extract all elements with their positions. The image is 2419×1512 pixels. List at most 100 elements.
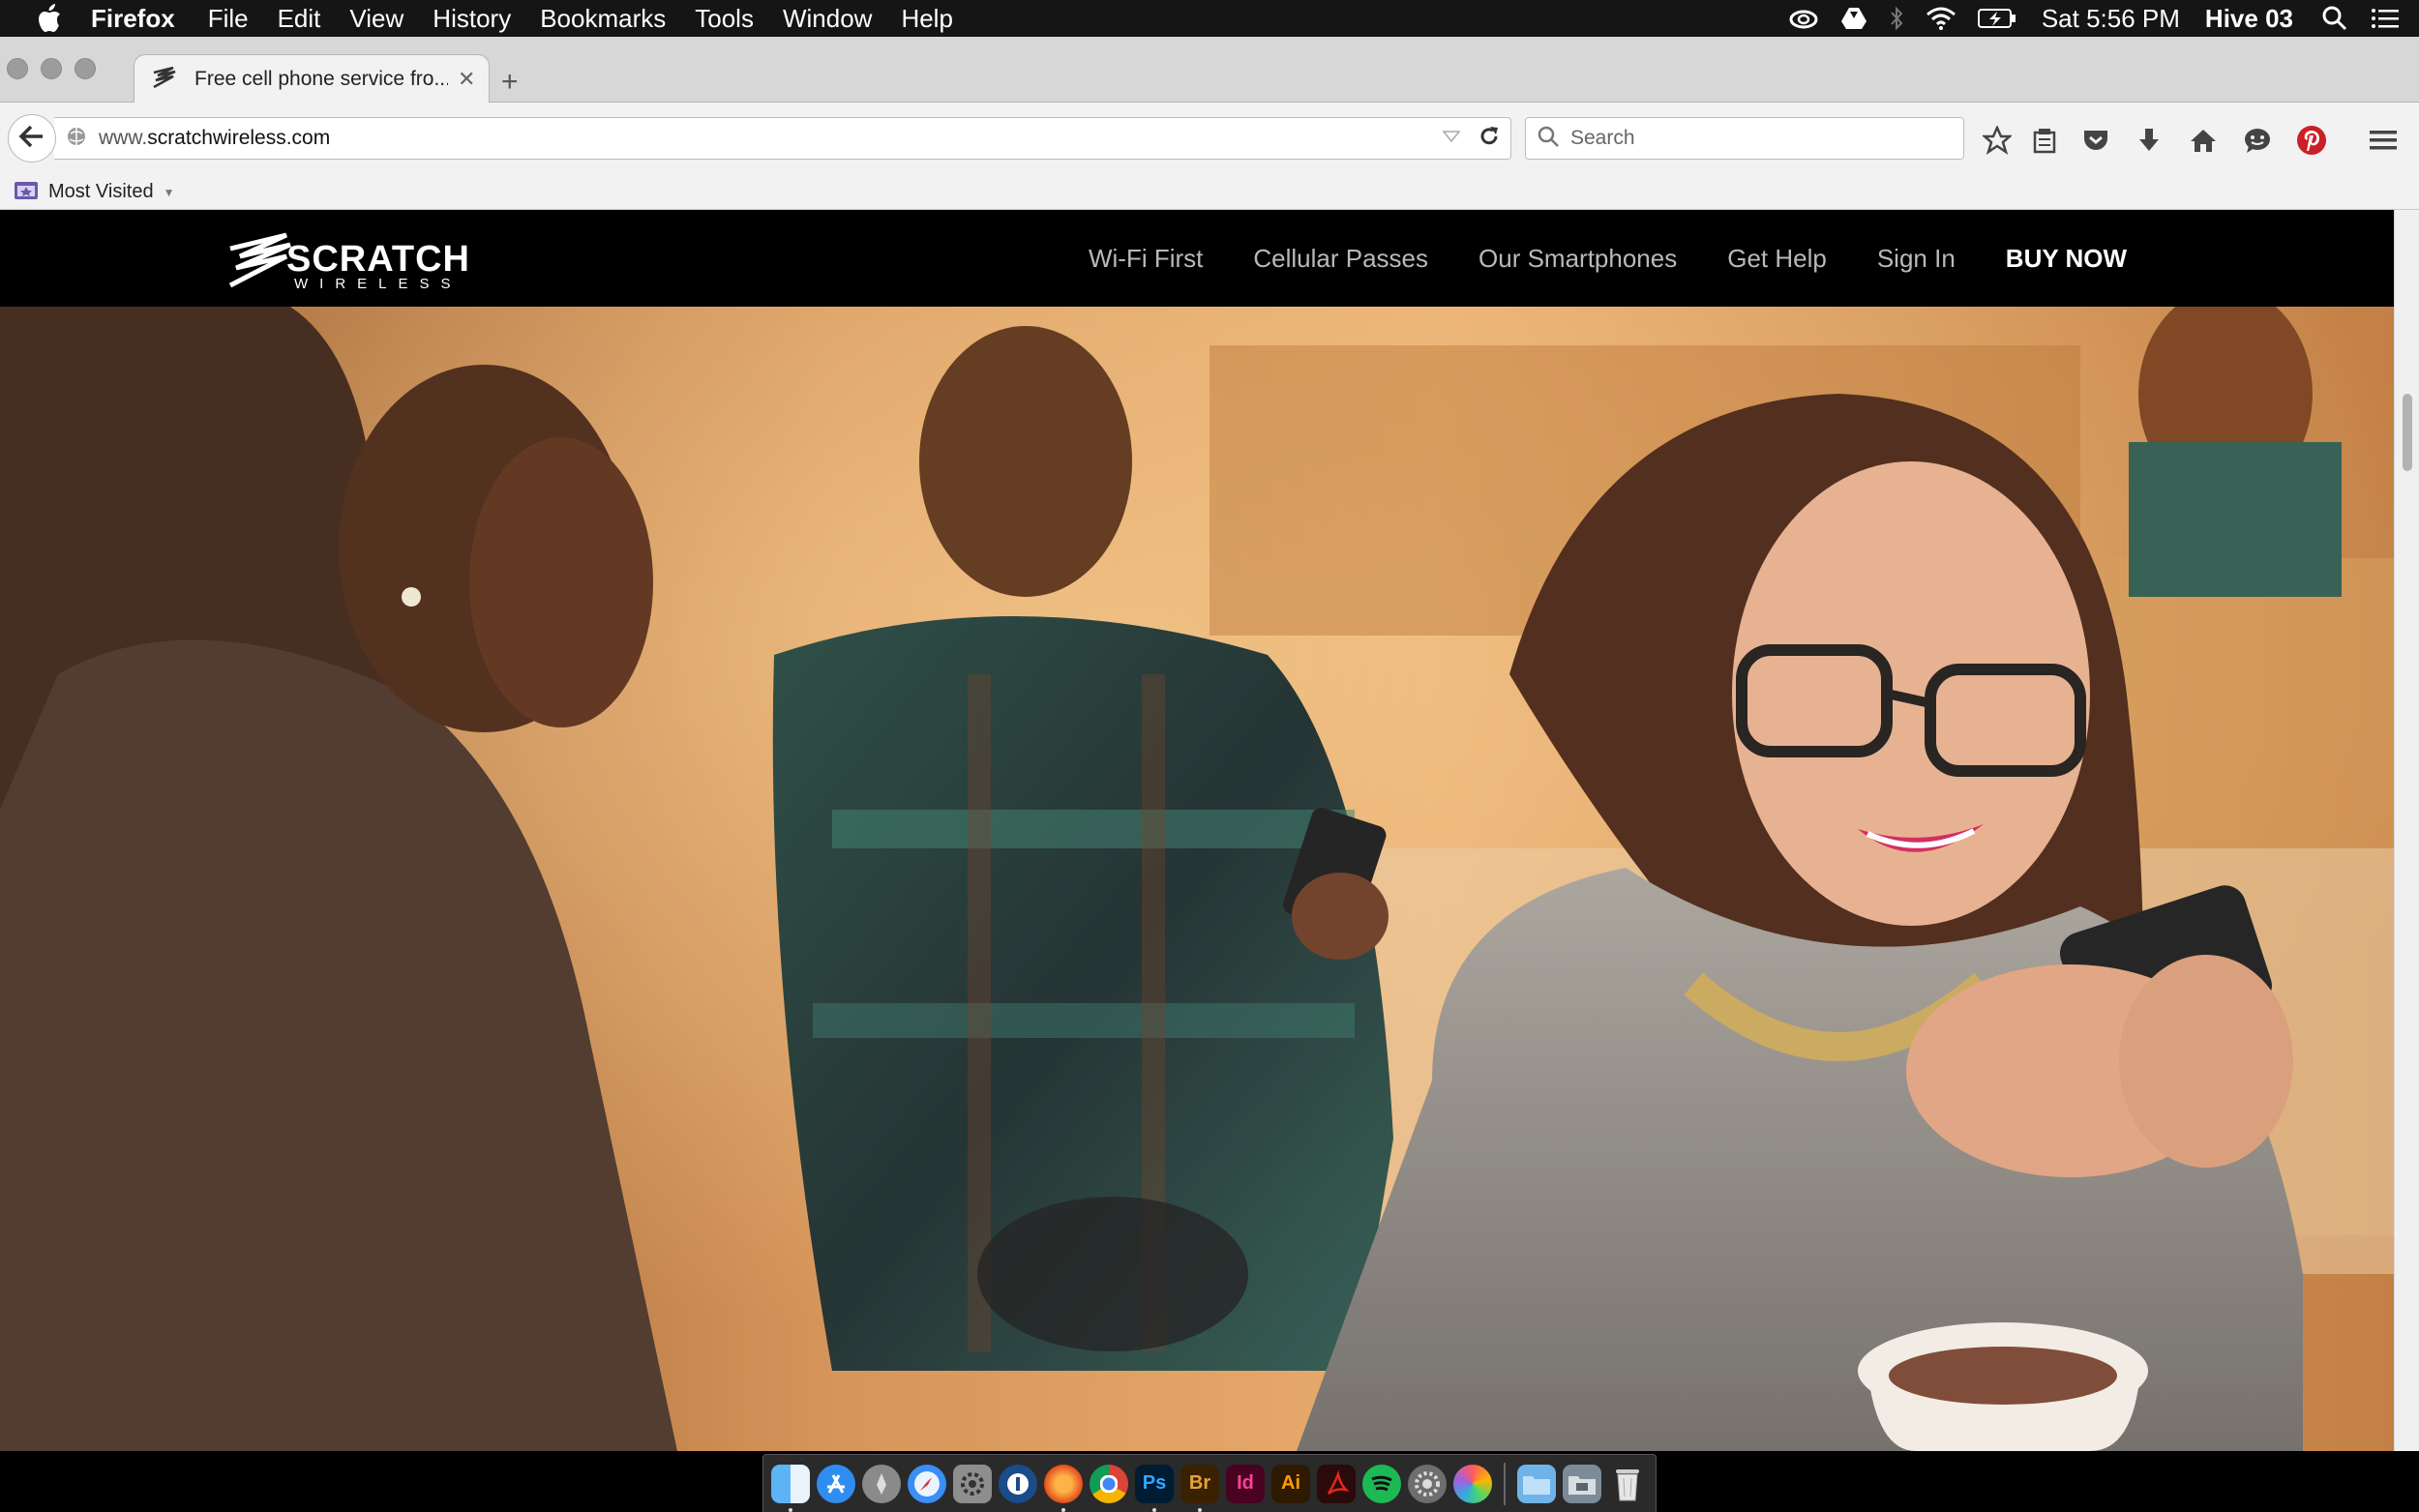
url-prefix: www. [99,127,148,149]
wifi-icon[interactable] [1926,7,1956,30]
url-domain: scratchwireless.com [147,127,331,149]
hamburger-menu-icon[interactable] [2367,124,2400,157]
url-bar[interactable]: www.scratchwireless.com [54,117,1511,160]
minimize-window-button[interactable] [41,58,62,79]
nav-wifi-first[interactable]: Wi-Fi First [1089,244,1203,274]
spotify-icon[interactable] [1362,1464,1401,1503]
google-drive-icon[interactable] [1840,7,1867,30]
bluetooth-icon[interactable] [1889,6,1904,31]
site-nav-links: Wi-Fi First Cellular Passes Our Smartpho… [1038,210,2127,307]
pocket-icon[interactable] [2079,124,2112,157]
search-bar[interactable] [1525,117,1964,160]
menu-app-name[interactable]: Firefox [91,4,175,34]
safari-icon[interactable] [908,1464,946,1503]
macos-menu-bar: Firefox File Edit View History Bookmarks… [0,0,2419,37]
scratch-favicon-icon [152,66,177,93]
url-text[interactable]: www.scratchwireless.com [99,127,1443,150]
spotlight-icon[interactable] [2322,6,2347,31]
zoom-window-button[interactable] [75,58,96,79]
downloads-icon[interactable] [2133,124,2165,157]
onepassword-icon[interactable] [999,1464,1037,1503]
new-tab-button[interactable]: + [501,66,519,99]
bridge-label: Br [1188,1472,1211,1494]
menu-edit[interactable]: Edit [278,4,321,34]
firefox-dock-icon[interactable] [1044,1464,1083,1512]
apple-menu-icon[interactable] [33,2,66,35]
scrollbar-thumb[interactable] [2403,394,2412,471]
nav-cellular-passes[interactable]: Cellular Passes [1253,244,1428,274]
bookmarks-menu-icon[interactable] [2028,124,2061,157]
macos-dock: Ps Br Id Ai [762,1454,1657,1512]
menu-file[interactable]: File [208,4,249,34]
app-store-icon[interactable] [817,1464,855,1503]
menu-help[interactable]: Help [901,4,952,34]
menu-tools[interactable]: Tools [695,4,754,34]
dock-area: Ps Br Id Ai [0,1451,2419,1512]
settings-gear-icon[interactable] [1408,1464,1447,1503]
bookmark-folder-icon [14,179,39,206]
trash-icon[interactable] [1608,1465,1647,1503]
url-history-dropdown-icon[interactable] [1442,130,1461,147]
nav-our-smartphones[interactable]: Our Smartphones [1478,244,1677,274]
finder-icon[interactable] [771,1464,810,1512]
search-input[interactable] [1570,127,1938,150]
photos-icon[interactable] [1453,1464,1492,1503]
user-name[interactable]: Hive 03 [2205,4,2293,34]
bookmarks-toolbar: Most Visited ▼ [0,175,2419,210]
back-arrow-icon [17,123,46,155]
site-identity-icon[interactable] [66,126,87,152]
menu-history[interactable]: History [433,4,511,34]
notification-center-icon[interactable] [2371,7,2400,30]
clock[interactable]: Sat 5:56 PM [2042,4,2180,34]
photoshop-label: Ps [1142,1472,1167,1494]
status-area: Sat 5:56 PM Hive 03 [1767,0,2419,37]
most-visited-bookmark[interactable]: Most Visited ▼ [14,179,174,206]
photoshop-icon[interactable]: Ps [1135,1464,1174,1512]
indesign-icon[interactable]: Id [1226,1464,1265,1503]
creative-cloud-icon[interactable] [1788,8,1819,29]
running-indicator [1061,1507,1065,1512]
tab-strip: Free cell phone service fro... ✕ + [0,37,2419,104]
page-viewport: SCRATCH WIRELESS Wi-Fi First Cellular Pa… [0,210,2394,1451]
tab-title: Free cell phone service fro... [194,68,448,90]
applications-folder-icon[interactable] [1517,1464,1556,1503]
launchpad-icon[interactable] [862,1464,901,1503]
documents-folder-icon[interactable] [1563,1464,1601,1503]
acrobat-icon[interactable] [1317,1464,1356,1503]
running-indicator [1152,1507,1156,1512]
site-header: SCRATCH WIRELESS Wi-Fi First Cellular Pa… [0,210,2394,307]
search-icon [1538,126,1559,152]
menu-view[interactable]: View [349,4,403,34]
reload-icon[interactable] [1478,125,1501,153]
nav-get-help[interactable]: Get Help [1727,244,1827,274]
tab-close-icon[interactable]: ✕ [458,67,475,92]
illustrator-label: Ai [1281,1472,1300,1494]
browser-tab[interactable]: Free cell phone service fro... ✕ [134,54,490,104]
scratch-swoosh-icon [228,232,291,288]
scratch-wireless-logo[interactable]: SCRATCH WIRELESS [226,227,478,292]
menu-bookmarks[interactable]: Bookmarks [540,4,666,34]
dock-separator [1504,1462,1506,1505]
logo-wordmark: SCRATCH [286,239,470,280]
buy-now-button[interactable]: BUY NOW [2006,244,2127,274]
chrome-icon[interactable] [1090,1464,1128,1503]
logo-subtext: WIRELESS [294,276,463,292]
system-preferences-icon[interactable] [953,1464,992,1503]
nav-sign-in[interactable]: Sign In [1877,244,1956,274]
menu-window[interactable]: Window [783,4,872,34]
running-indicator [1198,1507,1202,1512]
back-button[interactable] [8,114,56,163]
bridge-icon[interactable]: Br [1180,1464,1219,1512]
running-indicator [789,1507,792,1512]
close-window-button[interactable] [7,58,28,79]
pinterest-icon[interactable] [2295,124,2328,157]
battery-charging-icon[interactable] [1977,8,2016,29]
hello-chat-icon[interactable] [2241,124,2274,157]
bookmark-star-icon[interactable] [1981,124,2014,157]
page-scrollbar[interactable] [2394,210,2419,1451]
navigation-toolbar: www.scratchwireless.com [0,103,2419,175]
indesign-label: Id [1237,1472,1254,1494]
illustrator-icon[interactable]: Ai [1271,1464,1310,1503]
home-icon[interactable] [2187,124,2220,157]
bookmark-label: Most Visited [48,181,154,202]
